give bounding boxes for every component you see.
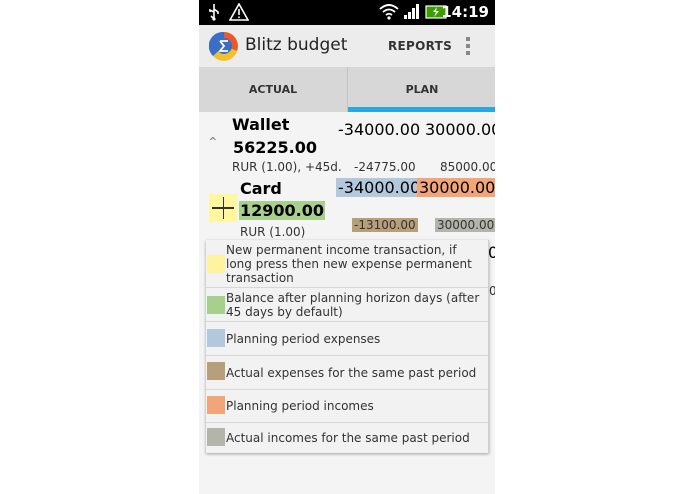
legend-item: Actual incomes for the same past period xyxy=(206,423,488,453)
legend-item: Planning period incomes xyxy=(206,390,488,423)
warning-icon xyxy=(229,3,249,21)
legend-swatch xyxy=(207,255,225,273)
tab-plan-indicator xyxy=(348,107,495,112)
plan-expense-value[interactable]: -34000.00 xyxy=(336,178,423,197)
actual-income-value: 85000.00 xyxy=(440,160,495,174)
hidden-row-value: 0 xyxy=(488,243,495,262)
tab-bar: ACTUAL PLAN xyxy=(199,67,495,112)
account-currency: RUR (1.00), +45d. xyxy=(232,160,342,174)
app-logo-icon xyxy=(209,31,238,61)
action-bar: Blitz budget REPORTS xyxy=(199,25,495,67)
signal-icon xyxy=(404,4,419,19)
account-name: Wallet xyxy=(232,115,290,134)
legend-text: Actual expenses for the same past period xyxy=(226,366,477,380)
plan-expense-value[interactable]: -34000.00 xyxy=(338,120,420,139)
hidden-row-subvalue: 0 xyxy=(489,284,495,298)
legend-popup: New permanent income transaction, if lon… xyxy=(206,240,489,453)
plan-income-value[interactable]: 30000.00 xyxy=(417,178,495,197)
legend-swatch xyxy=(207,396,225,414)
add-transaction-plus-icon[interactable] xyxy=(209,194,237,222)
legend-item: Balance after planning horizon days (aft… xyxy=(206,288,488,322)
legend-item: Planning period expenses xyxy=(206,322,488,356)
legend-text: Actual incomes for the same past period xyxy=(226,431,470,445)
actual-income-value: 30000.00 xyxy=(435,218,495,232)
status-time: 14:19 xyxy=(441,3,489,21)
legend-swatch xyxy=(207,296,225,314)
legend-item: New permanent income transaction, if lon… xyxy=(206,240,488,288)
reports-button[interactable]: REPORTS xyxy=(388,39,452,53)
tab-plan-label: PLAN xyxy=(405,83,439,96)
account-balance: 56225.00 xyxy=(233,138,318,157)
legend-text: New permanent income transaction, if lon… xyxy=(226,243,472,285)
actual-expense-value: -13100.00 xyxy=(352,218,418,232)
legend-swatch xyxy=(207,362,225,380)
legend-swatch xyxy=(207,329,225,347)
app-title: Blitz budget xyxy=(245,35,348,55)
plan-income-value[interactable]: 30000.00 xyxy=(425,120,495,139)
collapse-chevron-icon[interactable]: ⌃ xyxy=(207,135,219,151)
legend-swatch xyxy=(207,428,225,446)
overflow-menu-icon[interactable] xyxy=(463,37,473,57)
account-balance-highlight: 12900.00 xyxy=(239,201,326,220)
tab-plan[interactable]: PLAN xyxy=(347,67,495,112)
phone-screen: 14:19 Blitz budget REPORTS ACTUAL PLAN W… xyxy=(199,0,495,494)
legend-text: Planning period expenses xyxy=(226,332,381,346)
usb-icon xyxy=(209,4,219,21)
legend-text: Planning period incomes xyxy=(226,399,374,413)
legend-text: Balance after planning horizon days (aft… xyxy=(226,291,480,319)
actual-expense-value: -24775.00 xyxy=(354,160,416,174)
account-currency: RUR (1.00) xyxy=(240,225,306,239)
status-bar: 14:19 xyxy=(199,0,495,25)
tab-actual[interactable]: ACTUAL xyxy=(199,67,347,112)
legend-item: Actual expenses for the same past period xyxy=(206,356,488,390)
account-name: Card xyxy=(240,179,282,198)
tab-actual-label: ACTUAL xyxy=(248,83,298,96)
wifi-icon xyxy=(379,4,399,20)
